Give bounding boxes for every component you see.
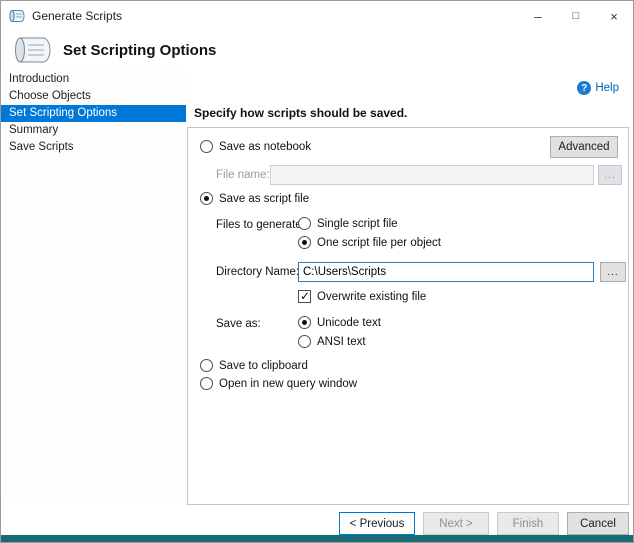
radio-label: Save to clipboard xyxy=(219,360,308,372)
bottom-status-strip xyxy=(1,535,633,542)
radio-icon xyxy=(200,140,213,153)
radio-icon xyxy=(298,316,311,329)
instruction-text: Specify how scripts should be saved. xyxy=(194,106,407,120)
sidebar-item-choose-objects[interactable]: Choose Objects xyxy=(1,88,186,105)
advanced-button[interactable]: Advanced xyxy=(550,136,618,158)
radio-unicode-text[interactable]: Unicode text xyxy=(298,316,381,329)
file-name-input[interactable] xyxy=(270,165,594,185)
finish-button[interactable]: Finish xyxy=(497,512,559,535)
title-bar: Generate Scripts – □ × xyxy=(1,1,633,31)
previous-button[interactable]: < Previous xyxy=(339,512,415,535)
radio-label: Save as script file xyxy=(219,193,309,205)
sidebar-item-summary[interactable]: Summary xyxy=(1,122,186,139)
wizard-header: Set Scripting Options xyxy=(1,31,633,69)
app-script-icon xyxy=(9,9,25,23)
page-title: Set Scripting Options xyxy=(63,42,216,59)
radio-save-as-script-file[interactable]: Save as script file xyxy=(200,192,309,205)
radio-icon xyxy=(298,236,311,249)
file-name-label: File name: xyxy=(216,169,270,181)
window-title: Generate Scripts xyxy=(32,9,122,23)
sidebar-item-introduction[interactable]: Introduction xyxy=(1,71,186,88)
radio-label: One script file per object xyxy=(317,237,441,249)
minimize-icon[interactable]: – xyxy=(519,1,557,31)
directory-name-label: Directory Name: xyxy=(216,266,299,278)
radio-open-in-new-query-window[interactable]: Open in new query window xyxy=(200,377,357,390)
radio-label: Open in new query window xyxy=(219,378,357,390)
checkbox-icon xyxy=(298,290,311,303)
save-as-label: Save as: xyxy=(216,318,261,330)
generate-scripts-window: Generate Scripts – □ × Set Scripting Opt… xyxy=(0,0,634,543)
scroll-icon xyxy=(13,34,53,66)
scripting-options-panel: Save as notebook Advanced File name: ...… xyxy=(187,127,629,505)
wizard-steps-sidebar: Introduction Choose Objects Set Scriptin… xyxy=(1,71,186,502)
radio-icon xyxy=(298,335,311,348)
directory-browse-button[interactable]: ... xyxy=(600,262,626,282)
help-label: Help xyxy=(595,82,619,94)
close-icon[interactable]: × xyxy=(595,1,633,31)
cancel-button[interactable]: Cancel xyxy=(567,512,629,535)
files-to-generate-label: Files to generate: xyxy=(216,219,305,231)
help-icon: ? xyxy=(577,81,591,95)
sidebar-item-set-scripting-options[interactable]: Set Scripting Options xyxy=(1,105,186,122)
maximize-icon[interactable]: □ xyxy=(557,1,595,31)
checkbox-overwrite-existing-file[interactable]: Overwrite existing file xyxy=(298,290,426,303)
help-link[interactable]: ? Help xyxy=(577,81,619,95)
radio-one-script-per-object[interactable]: One script file per object xyxy=(298,236,441,249)
radio-icon xyxy=(200,192,213,205)
radio-label: ANSI text xyxy=(317,336,366,348)
radio-icon xyxy=(200,377,213,390)
radio-ansi-text[interactable]: ANSI text xyxy=(298,335,366,348)
next-button[interactable]: Next > xyxy=(423,512,489,535)
radio-label: Unicode text xyxy=(317,317,381,329)
radio-icon xyxy=(298,217,311,230)
radio-label: Single script file xyxy=(317,218,398,230)
directory-name-input[interactable] xyxy=(298,262,594,282)
radio-single-script-file[interactable]: Single script file xyxy=(298,217,398,230)
window-controls: – □ × xyxy=(519,1,633,31)
radio-save-as-notebook[interactable]: Save as notebook xyxy=(200,140,311,153)
checkbox-label: Overwrite existing file xyxy=(317,291,426,303)
file-name-browse-button[interactable]: ... xyxy=(598,165,622,185)
radio-icon xyxy=(200,359,213,372)
sidebar-item-save-scripts[interactable]: Save Scripts xyxy=(1,139,186,156)
radio-save-to-clipboard[interactable]: Save to clipboard xyxy=(200,359,308,372)
radio-label: Save as notebook xyxy=(219,141,311,153)
